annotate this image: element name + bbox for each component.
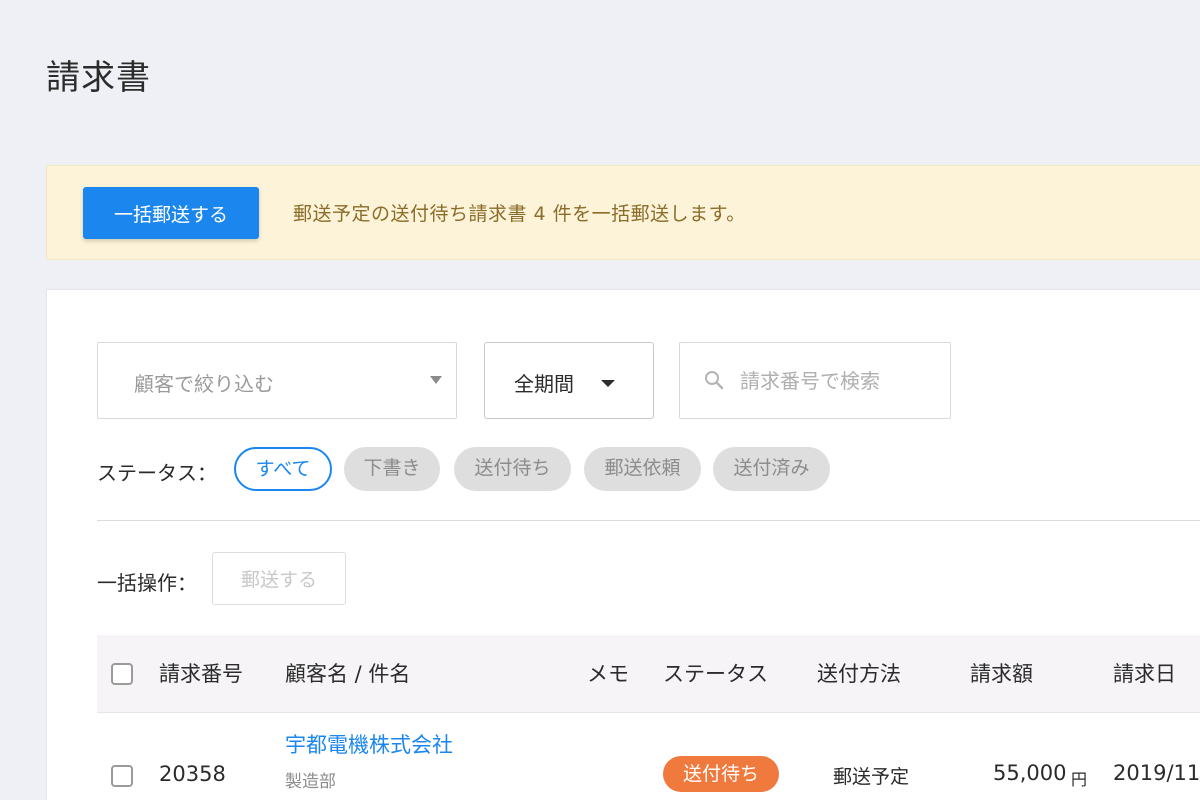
invoice-list-card: 顧客で絞り込む 全期間 ステータス： すべて 下書き 送付待ち 郵送依頼 送付済… (46, 289, 1200, 800)
table-row[interactable]: 20358 宇都電機株式会社 製造部 送付待ち 郵送予定 55,000 円 20… (97, 713, 1200, 800)
customer-filter-select[interactable]: 顧客で絞り込む (97, 342, 457, 419)
period-filter-button[interactable]: 全期間 (484, 342, 654, 419)
column-header-date: 請求日 (1113, 662, 1176, 686)
bulk-mail-button[interactable]: 一括郵送する (83, 187, 259, 239)
invoice-number: 20358 (159, 762, 226, 786)
divider (97, 520, 1200, 521)
select-all-checkbox[interactable] (111, 663, 133, 685)
column-header-status: ステータス (663, 662, 768, 686)
invoice-subject: 製造部 (285, 772, 336, 792)
invoice-date: 2019/11 (1113, 761, 1200, 785)
bulk-mail-action-button[interactable]: 郵送する (212, 552, 346, 605)
send-method: 郵送予定 (833, 766, 910, 788)
search-icon (705, 371, 724, 390)
column-header-customer: 顧客名 / 件名 (285, 662, 411, 686)
page-title: 請求書 (46, 58, 151, 98)
dropdown-caret-icon (601, 380, 615, 387)
column-header-memo: メモ (587, 662, 629, 686)
customer-filter-placeholder: 顧客で絞り込む (134, 372, 274, 396)
table-header: 請求番号 顧客名 / 件名 メモ ステータス 送付方法 請求額 請求日 (97, 635, 1200, 713)
bulk-mail-notice-text: 郵送予定の送付待ち請求書 4 件を一括郵送します。 (293, 203, 746, 225)
invoice-amount: 55,000 (993, 761, 1067, 785)
status-chip-sent[interactable]: 送付済み (713, 447, 830, 491)
status-chip-pending[interactable]: 送付待ち (454, 447, 571, 491)
period-filter-label: 全期間 (514, 372, 574, 396)
column-header-number: 請求番号 (159, 662, 243, 686)
bulk-mail-notice: 一括郵送する 郵送予定の送付待ち請求書 4 件を一括郵送します。 (46, 165, 1200, 260)
customer-link[interactable]: 宇都電機株式会社 (285, 729, 453, 759)
column-header-method: 送付方法 (817, 662, 901, 686)
amount-currency: 円 (1071, 770, 1088, 789)
status-chip-all[interactable]: すべて (234, 447, 332, 491)
status-chip-mail-requested[interactable]: 郵送依頼 (584, 447, 701, 491)
search-input[interactable] (740, 363, 940, 399)
column-header-amount: 請求額 (970, 662, 1033, 686)
status-badge: 送付待ち (663, 756, 779, 792)
bulk-action-label: 一括操作： (97, 571, 197, 595)
status-filter-label: ステータス： (97, 461, 217, 485)
dropdown-caret-icon (430, 376, 442, 384)
status-chip-draft[interactable]: 下書き (344, 447, 440, 491)
invoice-number-search (679, 342, 951, 419)
row-checkbox[interactable] (111, 765, 133, 787)
